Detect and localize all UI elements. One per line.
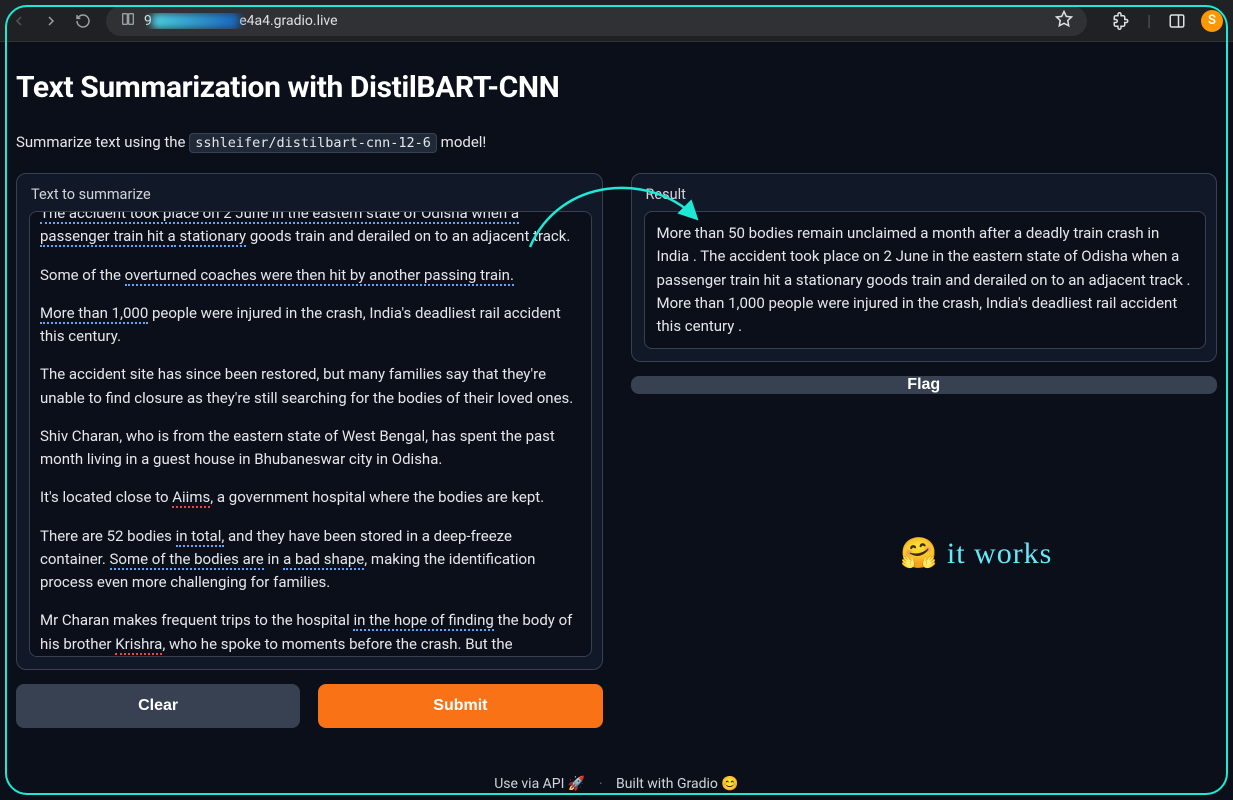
text-input[interactable]: The accident took place on 2 June in the… bbox=[29, 211, 592, 657]
subtitle-prefix: Summarize text using the bbox=[16, 133, 189, 151]
browser-chrome: 9xxxxxxxxxxxxe4a4.gradio.live | S bbox=[0, 0, 1233, 42]
separator: | bbox=[1147, 11, 1151, 30]
profile-letter: S bbox=[1208, 13, 1216, 28]
footer-dot: · bbox=[599, 776, 603, 792]
model-code: sshleifer/distilbart-cnn-12-6 bbox=[189, 133, 437, 153]
side-panel-icon[interactable] bbox=[1167, 11, 1187, 31]
input-panel: Text to summarize The accident took plac… bbox=[16, 173, 603, 670]
subtitle-suffix: model! bbox=[437, 133, 486, 151]
profile-avatar[interactable]: S bbox=[1201, 10, 1223, 32]
app-container: Text Summarization with DistilBART-CNN S… bbox=[0, 42, 1233, 800]
back-button bbox=[10, 12, 28, 30]
page-subtitle: Summarize text using the sshleifer/disti… bbox=[16, 133, 1217, 151]
input-button-row: Clear Submit bbox=[16, 684, 603, 728]
url-text: 9xxxxxxxxxxxxe4a4.gradio.live bbox=[144, 13, 1047, 29]
page-title: Text Summarization with DistilBART-CNN bbox=[16, 70, 1217, 105]
site-info-icon[interactable] bbox=[120, 11, 136, 31]
footer: Use via API 🚀 · Built with Gradio 😊 bbox=[0, 776, 1233, 792]
use-via-api-link[interactable]: Use via API 🚀 bbox=[494, 776, 585, 792]
output-label: Result bbox=[644, 186, 1207, 203]
flag-button[interactable]: Flag bbox=[631, 376, 1218, 394]
star-icon[interactable] bbox=[1055, 10, 1073, 32]
forward-button[interactable] bbox=[42, 12, 60, 30]
clear-button[interactable]: Clear bbox=[16, 684, 300, 728]
reload-button[interactable] bbox=[74, 12, 92, 30]
output-panel: Result More than 50 bodies remain unclai… bbox=[631, 173, 1218, 362]
built-with-gradio-link[interactable]: Built with Gradio 😊 bbox=[616, 776, 739, 792]
address-bar[interactable]: 9xxxxxxxxxxxxe4a4.gradio.live bbox=[106, 6, 1087, 36]
extensions-icon[interactable] bbox=[1111, 11, 1131, 31]
result-text: More than 50 bodies remain unclaimed a m… bbox=[644, 211, 1207, 349]
submit-button[interactable]: Submit bbox=[318, 684, 602, 728]
input-label: Text to summarize bbox=[29, 186, 592, 203]
